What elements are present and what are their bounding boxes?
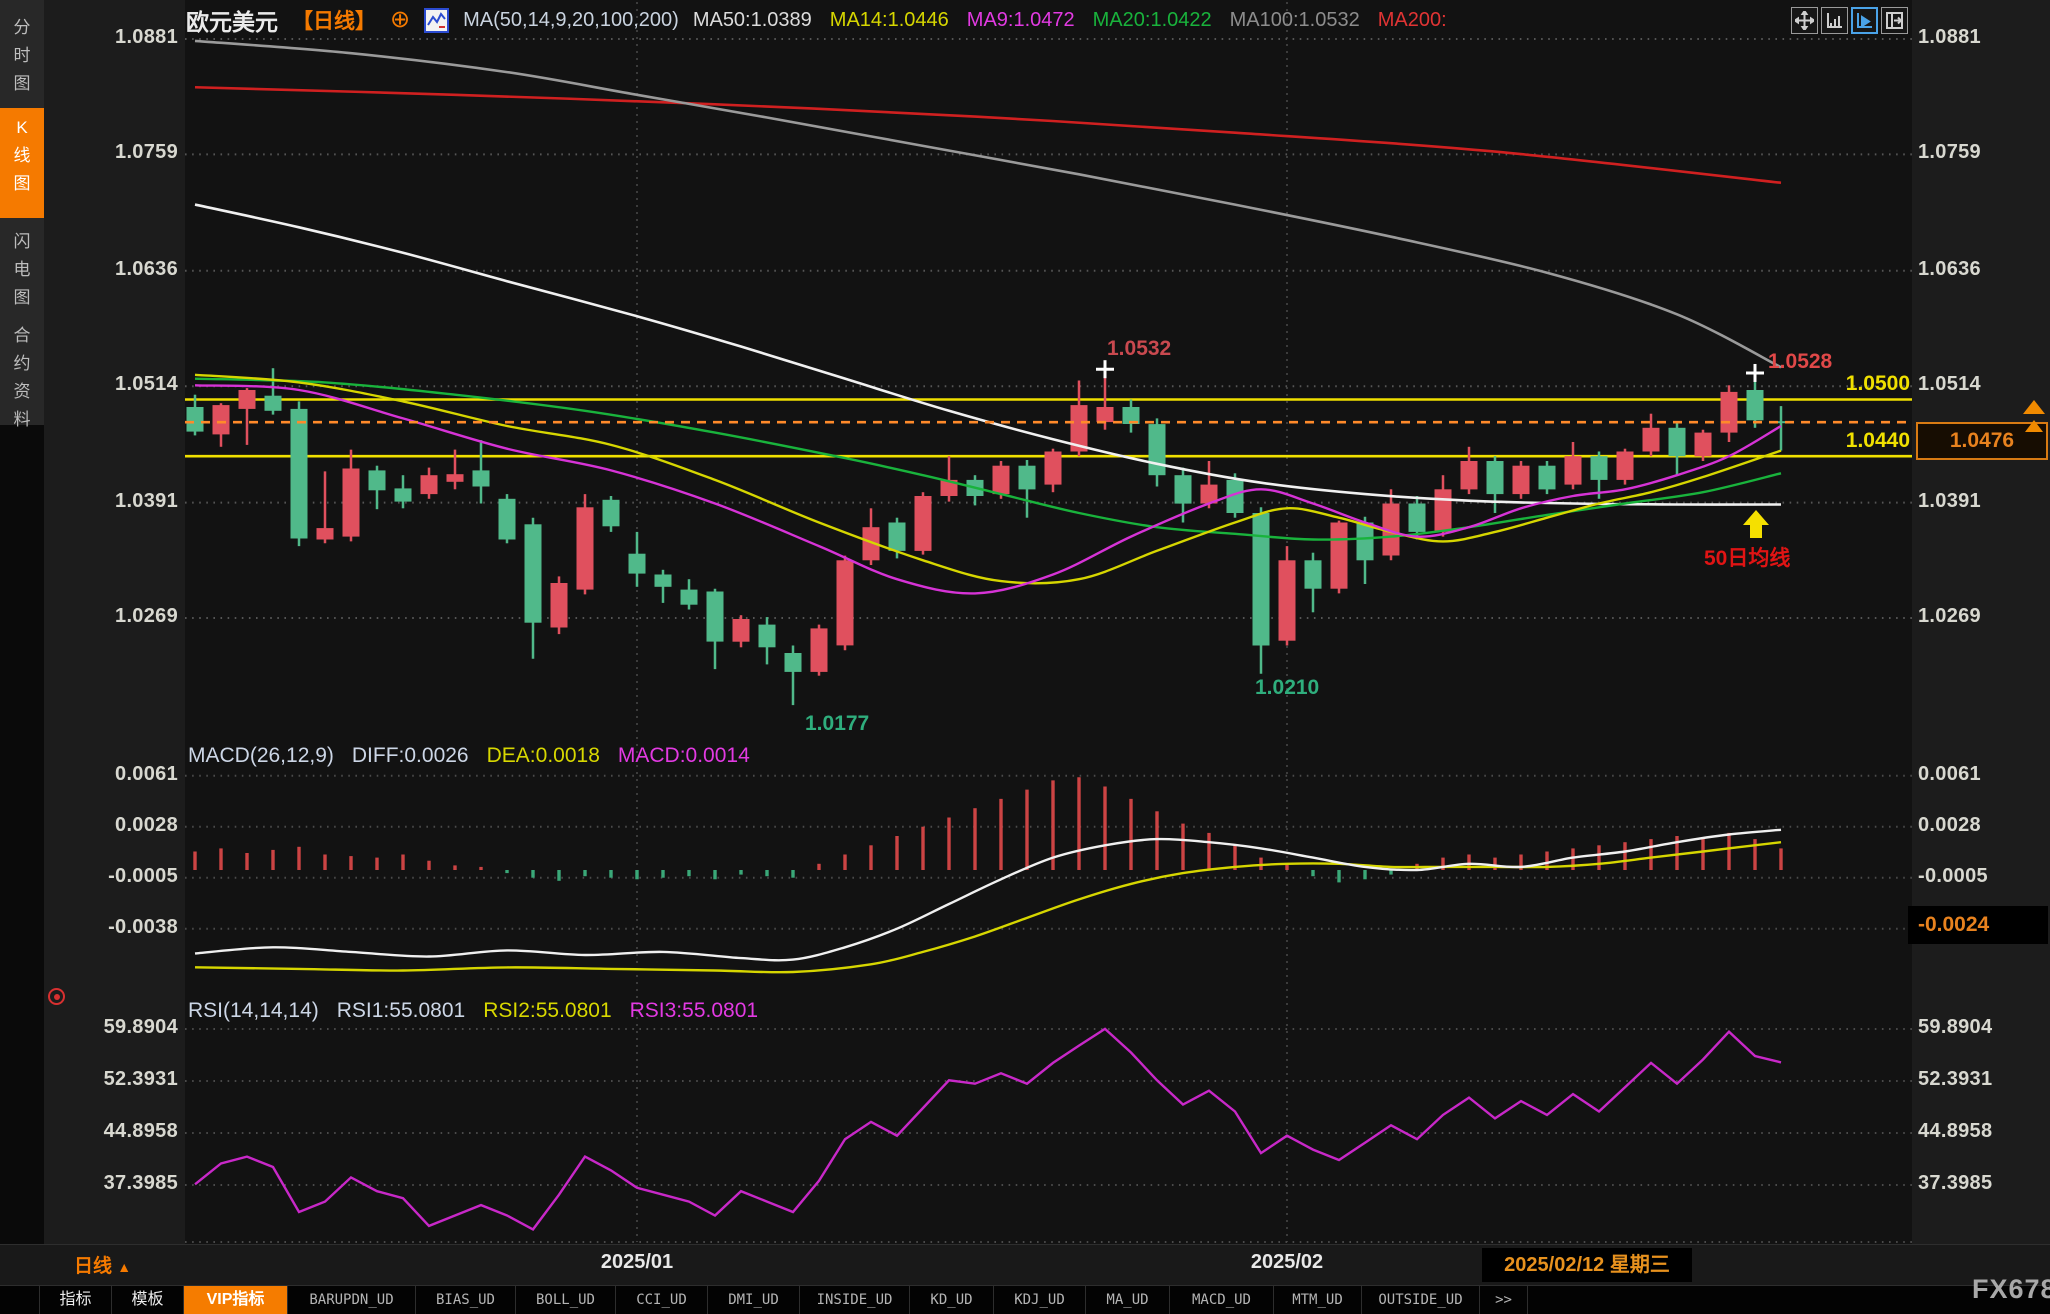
date-axis-label: 2025/01 <box>601 1251 673 1274</box>
axis-tick-label: 1.0391 <box>44 490 178 513</box>
axis-tick-label: 52.3931 <box>44 1068 178 1091</box>
axis-tick-label: 0.0061 <box>44 763 178 786</box>
axis-tick-label: 0.0028 <box>44 814 178 837</box>
sidebar-item-4[interactable]: 合 约 资 料 <box>0 316 44 432</box>
tabbar-corner <box>0 1286 40 1314</box>
chart-canvas[interactable] <box>0 0 2050 1314</box>
date-axis-row: 日线 ▲ 2025/02/12 星期三 2025/01 2025/02 <box>0 1244 2050 1286</box>
ma-value-label: MA200: <box>1378 9 1447 32</box>
tab-outside-ud[interactable]: OUTSIDE_UD <box>1362 1286 1480 1314</box>
tab-inside-ud[interactable]: INSIDE_UD <box>800 1286 910 1314</box>
axis-tick-label: 52.3931 <box>1918 1068 2048 1091</box>
tab-bias-ud[interactable]: BIAS_UD <box>416 1286 516 1314</box>
sidebar-item-1[interactable]: 分 时 图 <box>0 8 44 104</box>
axis-tick-label: 0.0028 <box>1918 814 2048 837</box>
tab-kdj-ud[interactable]: KDJ_UD <box>994 1286 1086 1314</box>
trading-terminal: 分 时 图K 线 图闪 电 图合 约 资 料 欧元美元 【日线】 ⊕ MA(50… <box>0 0 2050 1314</box>
axis-tick-label: 59.8904 <box>1918 1016 2048 1039</box>
sidebar-lower-strip <box>0 425 44 1244</box>
rsi-params[interactable]: RSI(14,14,14) <box>188 999 319 1023</box>
add-indicator-icon[interactable]: ⊕ <box>390 8 410 32</box>
ma-values: MA50:1.0389 MA14:1.0446 MA9:1.0472 MA20:1.0… <box>693 9 1447 32</box>
ma-value-label: MA100:1.0532 <box>1230 9 1360 32</box>
ma-value-label: MA14:1.0446 <box>830 9 949 32</box>
macd-cursor-badge: -0.0024 <box>1908 906 2048 944</box>
swing-high-label: 1.0532 <box>1107 337 1171 361</box>
symbol-title: 欧元美元 <box>186 3 278 37</box>
tab-mtm-ud[interactable]: MTM_UD <box>1274 1286 1362 1314</box>
period-arrow-icon: ▲ <box>117 1259 131 1275</box>
side-panel-toggle-icon[interactable] <box>1881 7 1908 34</box>
rsi-header: RSI(14,14,14) RSI1:55.0801 RSI2:55.0801 … <box>188 999 758 1023</box>
macd-header: MACD(26,12,9) DIFF:0.0026 DEA:0.0018 MAC… <box>188 744 750 768</box>
axes-auto-scale-icon[interactable] <box>1851 7 1878 34</box>
support-line-label: 1.0440 <box>1762 429 1910 453</box>
fx678-watermark: FX678 <box>1972 1274 2050 1305</box>
ma-value-label: MA50:1.0389 <box>693 9 812 32</box>
pan-crosshair-icon[interactable] <box>1791 7 1818 34</box>
ma-value-label: MA9:1.0472 <box>967 9 1075 32</box>
date-axis-label: 2025/02 <box>1251 1251 1323 1274</box>
period-label: 日线 <box>74 1256 112 1277</box>
axis-tick-label: 1.0269 <box>44 605 178 628</box>
tab-指标[interactable]: 指标 <box>40 1286 112 1314</box>
axis-tick-label: 1.0881 <box>44 26 178 49</box>
axis-tick-label: 1.0759 <box>44 141 178 164</box>
tab-kd-ud[interactable]: KD_UD <box>910 1286 994 1314</box>
indicator-tab-bar: 指标模板VIP指标BARUPDN_UDBIAS_UDBOLL_UDCCI_UDD… <box>0 1285 2050 1314</box>
axis-tick-label: 37.3985 <box>44 1172 178 1195</box>
axes-scale-icon[interactable] <box>1821 7 1848 34</box>
cursor-date-badge: 2025/02/12 星期三 <box>1482 1248 1692 1282</box>
macd-diff-value: DIFF:0.0026 <box>352 744 469 768</box>
axis-tick-label: -0.0005 <box>44 865 178 888</box>
axis-tick-label: 44.8958 <box>44 1120 178 1143</box>
axis-tick-label: 1.0636 <box>44 258 178 281</box>
tab-dmi-ud[interactable]: DMI_UD <box>708 1286 800 1314</box>
swing-low-label: 1.0177 <box>805 712 869 736</box>
sidebar-item-3[interactable]: 闪 电 图 <box>0 222 44 318</box>
ma-settings-label[interactable]: MA(50,14,9,20,100,200) <box>463 9 679 32</box>
rsi3-value: RSI3:55.0801 <box>630 999 758 1023</box>
tab-macd-ud[interactable]: MACD_UD <box>1170 1286 1274 1314</box>
sidebar: 分 时 图K 线 图闪 电 图合 约 资 料 <box>0 0 44 425</box>
chart-header: 欧元美元 【日线】 ⊕ MA(50,14,9,20,100,200) MA50:… <box>186 5 1447 35</box>
ma-value-label: MA20:1.0422 <box>1093 9 1212 32</box>
axis-tick-label: 1.0636 <box>1918 258 2048 281</box>
axis-tick-label: 59.8904 <box>44 1016 178 1039</box>
macd-dea-value: DEA:0.0018 <box>487 744 600 768</box>
axis-tick-label: 1.0391 <box>1918 490 2048 513</box>
axis-tick-label: 0.0061 <box>1918 763 2048 786</box>
rsi2-value: RSI2:55.0801 <box>483 999 611 1023</box>
rsi1-value: RSI1:55.0801 <box>337 999 465 1023</box>
tab-cci-ud[interactable]: CCI_UD <box>616 1286 708 1314</box>
axis-tick-label: 1.0514 <box>44 373 178 396</box>
macd-params[interactable]: MACD(26,12,9) <box>188 744 334 768</box>
tab-vip指标[interactable]: VIP指标 <box>184 1286 288 1314</box>
axis-tick-label: 1.0514 <box>1918 373 2048 396</box>
record-dot-icon[interactable] <box>48 988 65 1005</box>
axis-tick-label: 1.0269 <box>1918 605 2048 628</box>
ma50-note-label: 50日均线 <box>1704 542 1790 572</box>
tab--[interactable]: >> <box>1480 1286 1528 1314</box>
axis-tick-label: 1.0881 <box>1918 26 2048 49</box>
chart-type-icon[interactable] <box>424 8 449 33</box>
axis-tick-label: -0.0005 <box>1918 865 2048 888</box>
axis-tick-label: 44.8958 <box>1918 1120 2048 1143</box>
timeframe-label[interactable]: 【日线】 <box>292 5 376 35</box>
swing-low2-label: 1.0210 <box>1255 676 1319 700</box>
period-selector[interactable]: 日线 ▲ <box>74 1251 131 1278</box>
scroll-to-latest-button[interactable] <box>2020 398 2048 450</box>
macd-hist-value: MACD:0.0014 <box>618 744 750 768</box>
tab-模板[interactable]: 模板 <box>112 1286 184 1314</box>
tab-barupdn-ud[interactable]: BARUPDN_UD <box>288 1286 416 1314</box>
axis-tick-label: -0.0038 <box>44 916 178 939</box>
top-toolbar <box>1791 7 1908 34</box>
tab-ma-ud[interactable]: MA_UD <box>1086 1286 1170 1314</box>
axis-tick-label: 37.3985 <box>1918 1172 2048 1195</box>
tab-boll-ud[interactable]: BOLL_UD <box>516 1286 616 1314</box>
sidebar-item-2[interactable]: K 线 图 <box>0 108 44 218</box>
recent-high-label: 1.0528 <box>1768 350 1832 374</box>
resistance-line-label: 1.0500 <box>1762 372 1910 396</box>
axis-tick-label: 1.0759 <box>1918 141 2048 164</box>
